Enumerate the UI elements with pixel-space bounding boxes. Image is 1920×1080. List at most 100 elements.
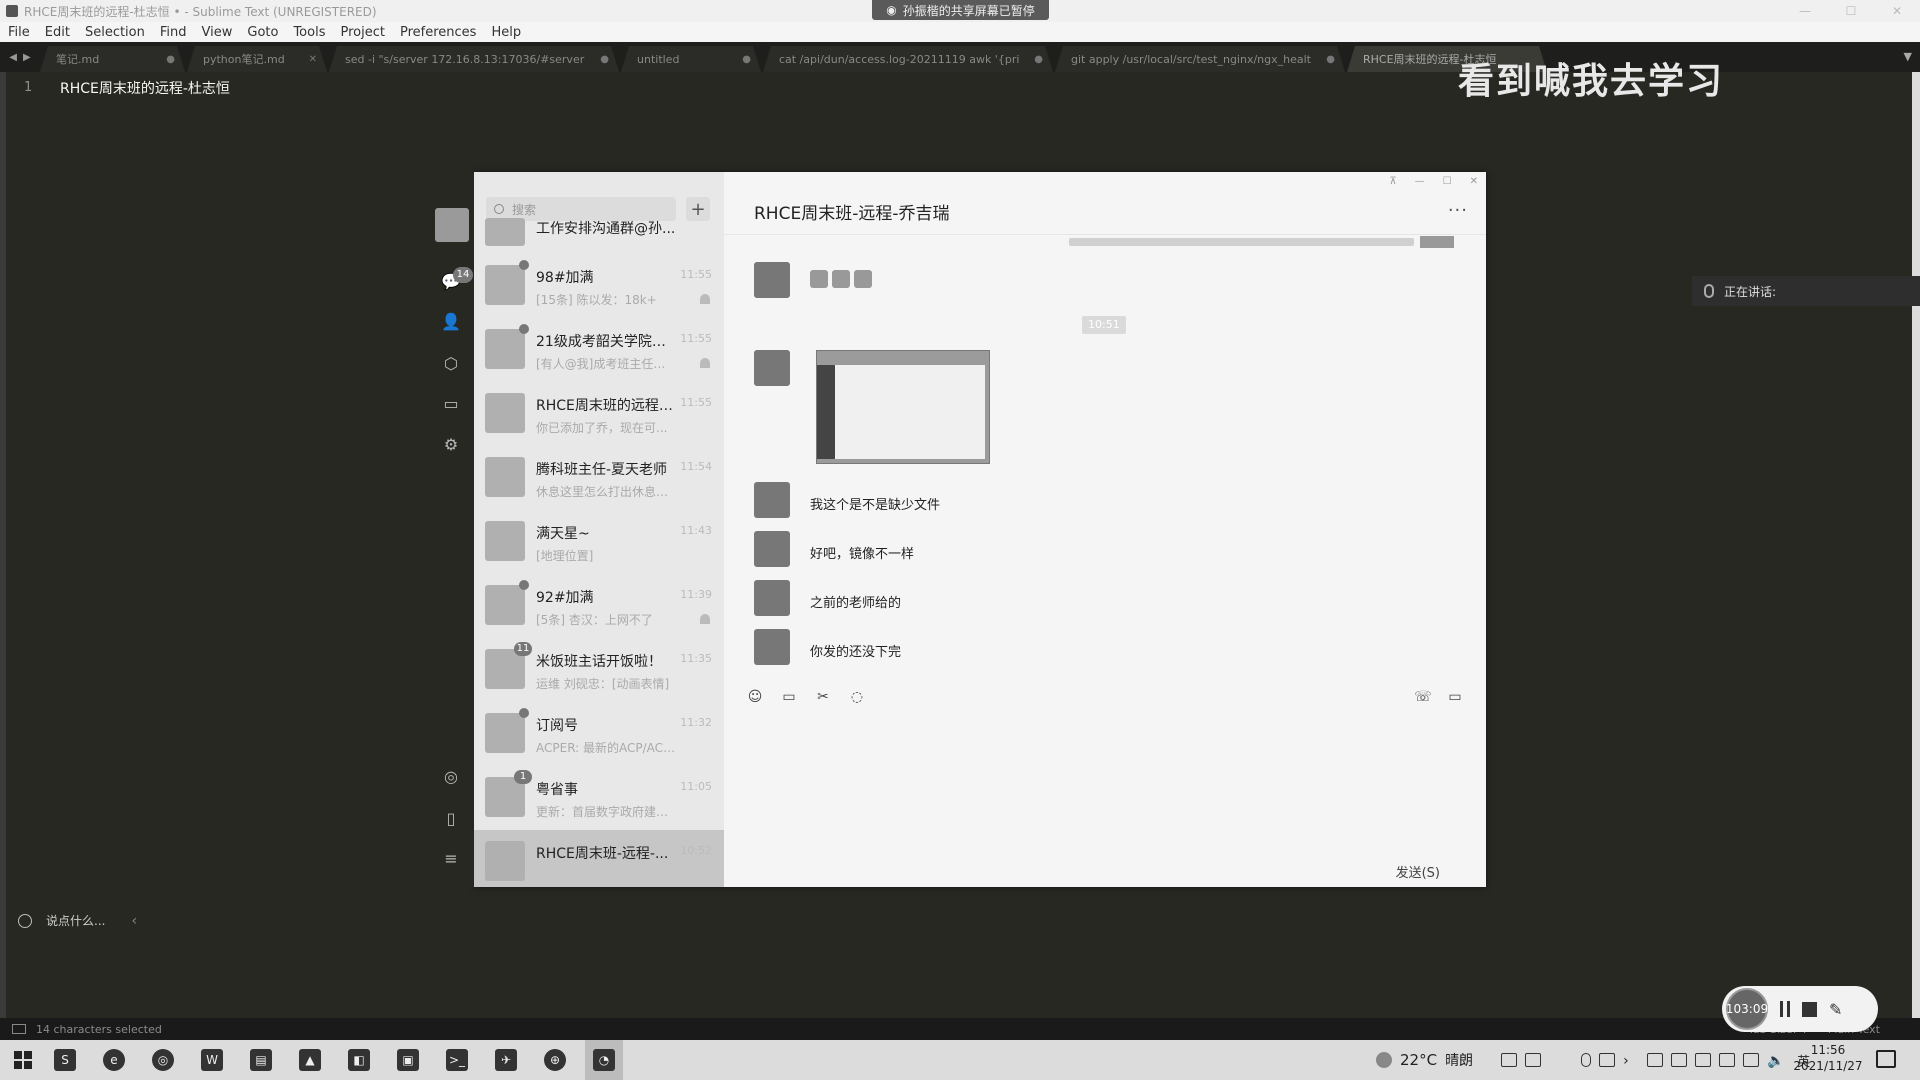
remote-taskbar-icon[interactable]: ◧ [340, 1040, 378, 1080]
message-text[interactable]: 我这个是不是缺少文件 [810, 482, 940, 513]
network-taskbar-icon[interactable]: ⊕ [536, 1040, 574, 1080]
list-item[interactable]: 工作安排沟通群@孙... [474, 218, 724, 258]
list-item[interactable]: RHCE周末班的远程-... 你已添加了乔，现在可... 11:55 [474, 382, 724, 446]
close-icon[interactable]: ✕ [1874, 0, 1920, 22]
minimize-icon[interactable]: — [1782, 0, 1828, 22]
tab-notes-md[interactable]: 笔记.md ● [40, 46, 185, 72]
tab-dirty-icon[interactable]: ● [166, 54, 175, 65]
user-avatar[interactable] [435, 208, 469, 242]
emoji-icon[interactable] [18, 913, 32, 928]
tab-prev-icon[interactable]: ◀ [9, 52, 17, 63]
tab-dirty-icon[interactable]: ● [1326, 54, 1335, 65]
terminal-taskbar-icon[interactable]: >_ [438, 1040, 476, 1080]
photos-taskbar-icon[interactable]: ▲ [291, 1040, 329, 1080]
taskbar-clock[interactable]: 11:56 2021/11/27 [1790, 1042, 1866, 1078]
menu-view[interactable]: View [202, 25, 233, 40]
tab-cat-access-log[interactable]: cat /api/dun/access.log-20211119 awk '{p… [763, 46, 1053, 72]
list-item[interactable]: 腾科班主任-夏天老师 休息这里怎么打出休息到... 11:54 [474, 446, 724, 510]
phone-icon[interactable]: ▯ [441, 809, 461, 828]
message-text[interactable]: 你发的还没下完 [810, 629, 901, 660]
message-image-partial[interactable] [1069, 238, 1414, 246]
list-item[interactable]: RHCE周末班-远程-... 10:52 [474, 830, 724, 887]
weather-temp[interactable]: 22°C [1400, 1051, 1437, 1069]
list-item[interactable]: 1 粤省事 更新：首届数字政府建设... 11:05 [474, 766, 724, 830]
settings-icon[interactable]: ⚙ [441, 435, 461, 454]
sync-icon[interactable] [1501, 1053, 1518, 1067]
comment-placeholder[interactable]: 说点什么... [46, 912, 105, 929]
chat-bubble-icon[interactable]: ◌ [848, 688, 866, 706]
screenshot-thumbnail[interactable] [816, 350, 990, 464]
tab-close-icon[interactable]: ✕ [309, 54, 317, 65]
sender-avatar[interactable] [754, 262, 790, 298]
tab-untitled[interactable]: untitled ● [621, 46, 761, 72]
tab-python-notes[interactable]: python笔记.md ✕ [187, 46, 327, 72]
shield-icon[interactable] [1671, 1053, 1688, 1067]
send-button[interactable]: 发送(S) [1396, 862, 1440, 881]
tab-dirty-icon[interactable]: ● [742, 54, 751, 65]
tab-next-icon[interactable]: ▶ [23, 52, 31, 63]
screen-tray-icon[interactable] [1647, 1053, 1664, 1067]
menu-file[interactable]: File [8, 25, 30, 40]
chrome-taskbar-icon[interactable]: ◎ [144, 1040, 182, 1080]
chevron-left-icon[interactable]: ‹ [131, 913, 137, 929]
maximize-icon[interactable]: ☐ [1828, 0, 1874, 22]
panel-toggle-icon[interactable] [12, 1024, 26, 1034]
screen-share-banner[interactable]: ◉ 孙振楷的共享屏幕已暂停 [872, 0, 1049, 20]
sender-avatar[interactable] [754, 531, 790, 567]
close-icon[interactable]: ✕ [1470, 176, 1478, 187]
expand-tray-icon[interactable]: › [1623, 1053, 1639, 1069]
vmware-taskbar-icon[interactable]: ▣ [389, 1040, 427, 1080]
wechat-taskbar-icon[interactable]: ◔ [585, 1040, 623, 1080]
sender-avatar[interactable] [754, 482, 790, 518]
list-item[interactable]: 21级成考韶关学院本... [有人@我]成考班主任黄... 11:55 [474, 318, 724, 382]
message-text[interactable]: 之前的老师给的 [810, 580, 901, 611]
editor-line-text[interactable]: RHCE周末班的远程-杜志恒 [60, 78, 230, 98]
folder-icon[interactable]: ▭ [780, 688, 798, 706]
more-icon[interactable]: ··· [1448, 200, 1468, 221]
mic-tray-icon[interactable] [1581, 1053, 1592, 1067]
cube-icon[interactable]: ⬡ [441, 354, 461, 373]
explorer-taskbar-icon[interactable]: ▤ [242, 1040, 280, 1080]
tab-navigation[interactable]: ◀ ▶ [0, 42, 40, 72]
sender-avatar[interactable] [754, 629, 790, 665]
menu-selection[interactable]: Selection [85, 25, 145, 40]
contacts-icon[interactable]: 👤 [441, 312, 461, 331]
tab-dirty-icon[interactable]: ● [1034, 54, 1043, 65]
menu-edit[interactable]: Edit [45, 25, 70, 40]
list-item[interactable]: 92#加满 [5条] 杏汉：上网不了 11:39 [474, 574, 724, 638]
menu-preferences[interactable]: Preferences [400, 25, 476, 40]
folder-icon[interactable]: ▭ [441, 394, 461, 413]
menu-project[interactable]: Project [340, 25, 384, 40]
stop-icon[interactable] [1802, 1001, 1817, 1017]
tab-git-apply[interactable]: git apply /usr/local/src/test_nginx/ngx_… [1055, 46, 1345, 72]
video-call-icon[interactable]: ▭ [1446, 688, 1464, 706]
sender-avatar[interactable] [754, 350, 790, 386]
list-item[interactable]: 订阅号 ACPER: 最新的ACP/ACE... 11:32 [474, 702, 724, 766]
menu-goto[interactable]: Goto [247, 25, 278, 40]
wps-taskbar-icon[interactable]: W [193, 1040, 231, 1080]
menu-icon[interactable]: ≡ [441, 849, 461, 868]
list-item[interactable]: 满天星~ [地理位置] 11:43 [474, 510, 724, 574]
weather-desc[interactable]: 晴朗 [1445, 1050, 1473, 1070]
editor-scrollbar[interactable] [1912, 72, 1920, 1020]
emoji-icon[interactable]: ☺ [746, 688, 764, 706]
photo-tray-icon[interactable] [1525, 1053, 1542, 1067]
phone-call-icon[interactable]: ☏ [1414, 688, 1432, 706]
network-icon[interactable] [1743, 1053, 1760, 1067]
doc-tray-icon[interactable] [1599, 1053, 1616, 1067]
minimize-icon[interactable]: — [1415, 176, 1425, 187]
list-item[interactable]: 98#加满 [15条] 陈以发：18k+ 11:55 [474, 254, 724, 318]
sublime-taskbar-icon[interactable]: S [46, 1040, 84, 1080]
notification-icon[interactable] [1876, 1050, 1896, 1068]
volume-icon[interactable]: 🔈 [1767, 1053, 1784, 1069]
menu-help[interactable]: Help [491, 25, 521, 40]
menu-find[interactable]: Find [160, 25, 187, 40]
scissors-icon[interactable]: ✂ [814, 688, 832, 706]
pause-icon[interactable] [1780, 1001, 1790, 1017]
list-item[interactable]: 11 米饭班主话开饭啦！ 运维 刘砚忠：[动画表情] 11:35 [474, 638, 724, 702]
menu-tools[interactable]: Tools [293, 25, 325, 40]
windows-start-icon[interactable] [14, 1051, 32, 1069]
sender-avatar[interactable] [754, 580, 790, 616]
tab-dropdown-icon[interactable]: ▼ [1904, 50, 1912, 63]
tab-sed-command[interactable]: sed -i "s/server 172.16.8.13:17036/#serv… [329, 46, 619, 72]
